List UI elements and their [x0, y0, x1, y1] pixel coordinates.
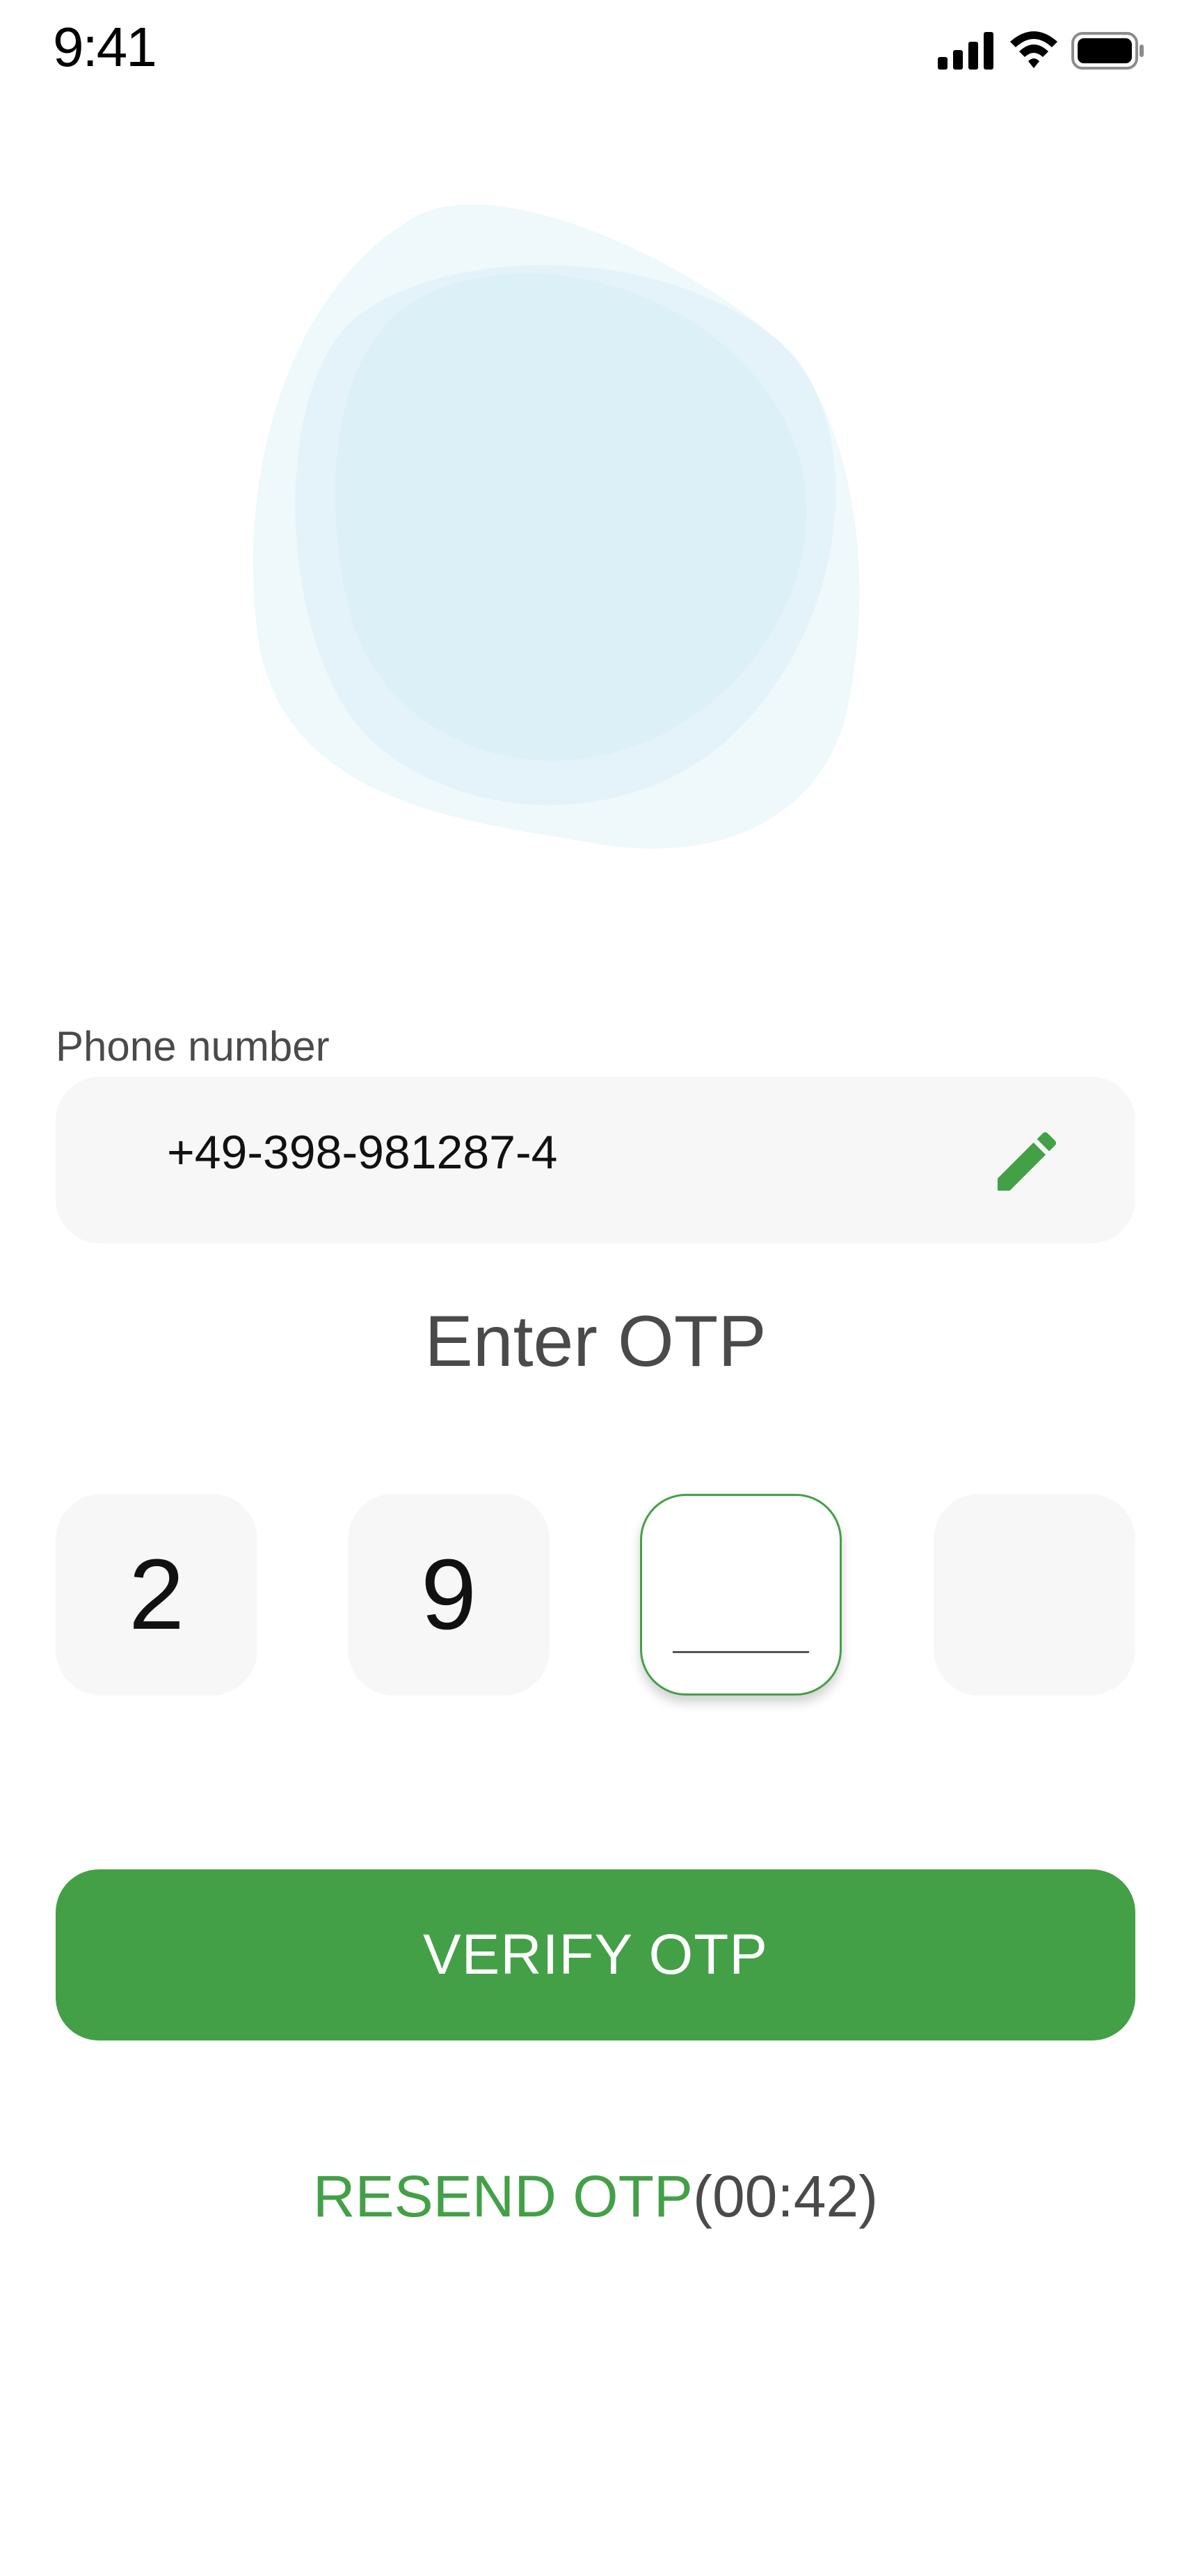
pencil-icon[interactable]	[988, 1122, 1066, 1200]
phone-number-value: +49-398-981287-4	[167, 1126, 558, 1179]
wifi-icon	[1010, 31, 1057, 68]
text-cursor	[673, 1651, 809, 1653]
cellular-signal-icon	[938, 32, 993, 70]
otp-digit-3[interactable]	[640, 1494, 842, 1696]
blob-illustration	[253, 204, 860, 849]
resend-row: RESEND OTP(00:42)	[0, 2163, 1191, 2230]
otp-digit-1[interactable]: 2	[56, 1494, 257, 1696]
resend-otp-link[interactable]: RESEND OTP	[313, 2164, 693, 2229]
phone-number-field[interactable]: +49-398-981287-4	[56, 1077, 1135, 1243]
otp-verification-screen: 9:41 Phone number +49-398-981287-4 Enter…	[0, 0, 1191, 2576]
otp-digit-2[interactable]: 9	[348, 1494, 550, 1696]
status-icons	[938, 31, 1144, 70]
status-time: 9:41	[53, 16, 157, 78]
phone-number-label: Phone number	[56, 1023, 330, 1070]
verify-otp-button[interactable]: VERIFY OTP	[56, 1869, 1135, 2040]
otp-digit-4[interactable]	[934, 1494, 1135, 1696]
battery-icon	[1071, 32, 1144, 70]
resend-timer: (00:42)	[692, 2164, 879, 2229]
otp-title: Enter OTP	[424, 1301, 767, 1382]
